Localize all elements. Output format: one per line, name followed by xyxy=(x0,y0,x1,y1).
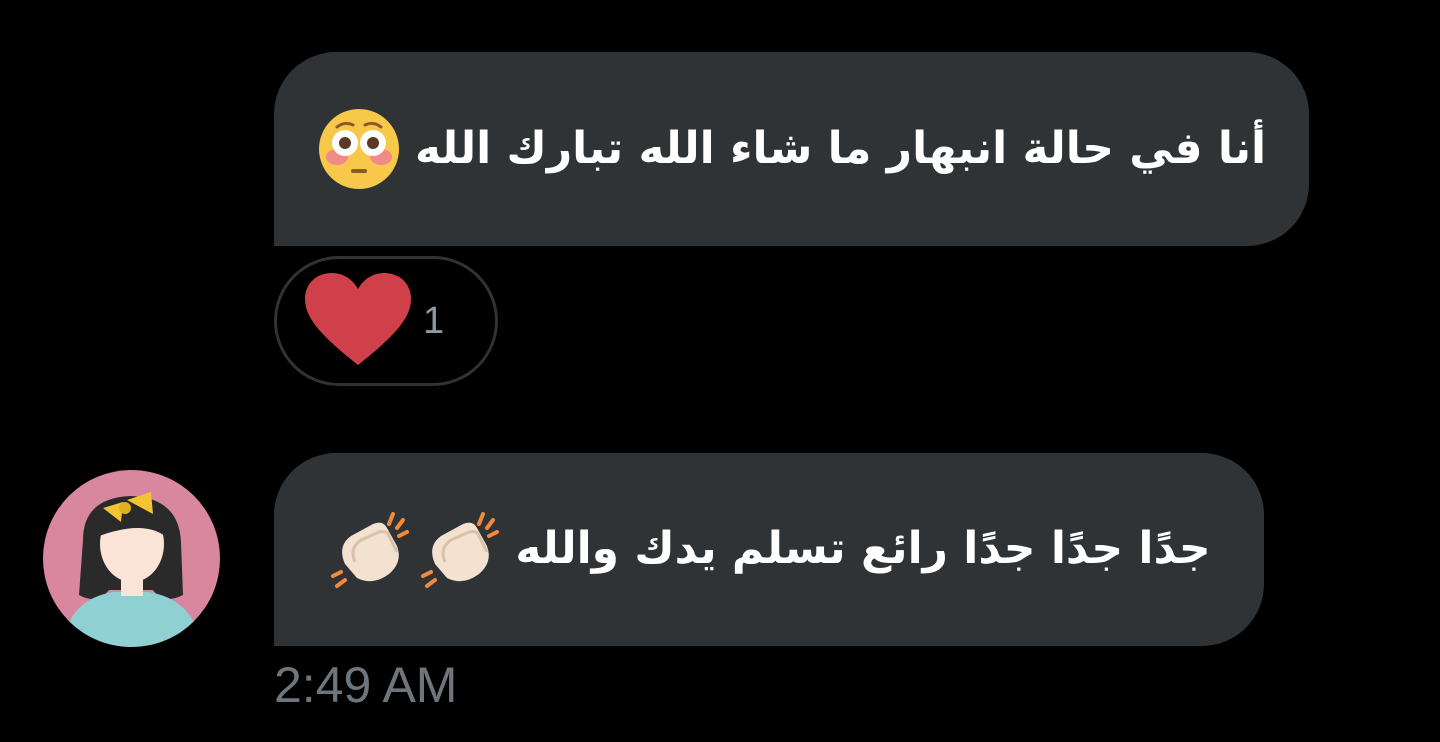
clapping-hands-icon xyxy=(327,506,411,594)
message-bubble[interactable]: جدًا جدًا جدًا رائع تسلم يدك والله xyxy=(274,453,1264,646)
message-timestamp: 2:49 AM xyxy=(274,657,458,713)
message-bubble[interactable]: أنا في حالة انبهار ما شاء الله تبارك الل… xyxy=(274,52,1309,246)
reaction-pill[interactable]: 1 xyxy=(274,256,498,386)
reaction-count: 1 xyxy=(423,299,445,342)
clapping-hands-icon xyxy=(417,506,501,594)
message-text: جدًا جدًا جدًا رائع تسلم يدك والله xyxy=(515,523,1211,575)
heart-icon xyxy=(303,271,413,371)
avatar[interactable] xyxy=(43,470,220,647)
message-text: أنا في حالة انبهار ما شاء الله تبارك الل… xyxy=(414,122,1267,174)
flushed-face-icon xyxy=(317,107,401,191)
